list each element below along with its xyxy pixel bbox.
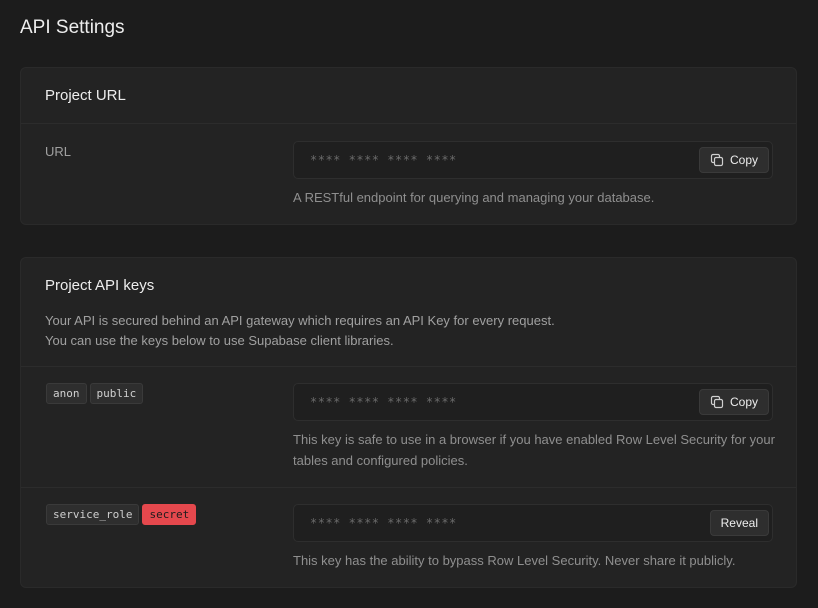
url-helper-text: A RESTful endpoint for querying and mana… [293,190,655,205]
secret-tag: secret [142,504,197,525]
project-url-title: Project URL [45,87,126,104]
anon-key-helper-text: This key is safe to use in a browser if … [293,432,775,468]
anon-key-masked-value: **** **** **** **** [310,395,457,409]
anon-key-tags: anon public [46,383,146,404]
anon-tag: anon [46,383,87,404]
service-key-helper-text: This key has the ability to bypass Row L… [293,553,736,568]
url-masked-value: **** **** **** **** [310,153,457,167]
api-keys-description-1: Your API is secured behind an API gatewa… [45,313,555,328]
service-role-tag: service_role [46,504,140,525]
copy-icon [710,153,724,167]
service-key-field[interactable]: **** **** **** **** Reveal [293,504,773,542]
project-url-panel: Project URL URL **** **** **** **** Copy… [20,67,797,225]
service-key-tags: service_role secret [46,504,199,525]
copy-anon-key-label: Copy [729,395,758,409]
copy-icon [710,395,724,409]
anon-key-field[interactable]: **** **** **** **** Copy [293,383,773,421]
copy-anon-key-button[interactable]: Copy [698,389,769,415]
public-tag: public [89,383,144,404]
api-keys-title: Project API keys [45,277,155,294]
url-label: URL [45,144,72,159]
url-field[interactable]: **** **** **** **** Copy [293,141,773,179]
divider [21,123,796,124]
copy-url-button[interactable]: Copy [698,147,769,173]
api-keys-description-2: You can use the keys below to use Supaba… [45,333,394,348]
page-title: API Settings [20,17,125,38]
api-keys-panel: Project API keys Your API is secured beh… [20,257,797,588]
service-key-masked-value: **** **** **** **** [310,516,457,530]
reveal-service-key-button[interactable]: Reveal [709,510,769,536]
divider [21,366,796,367]
reveal-label: Reveal [720,516,758,530]
copy-url-label: Copy [729,153,758,167]
divider [21,487,796,488]
